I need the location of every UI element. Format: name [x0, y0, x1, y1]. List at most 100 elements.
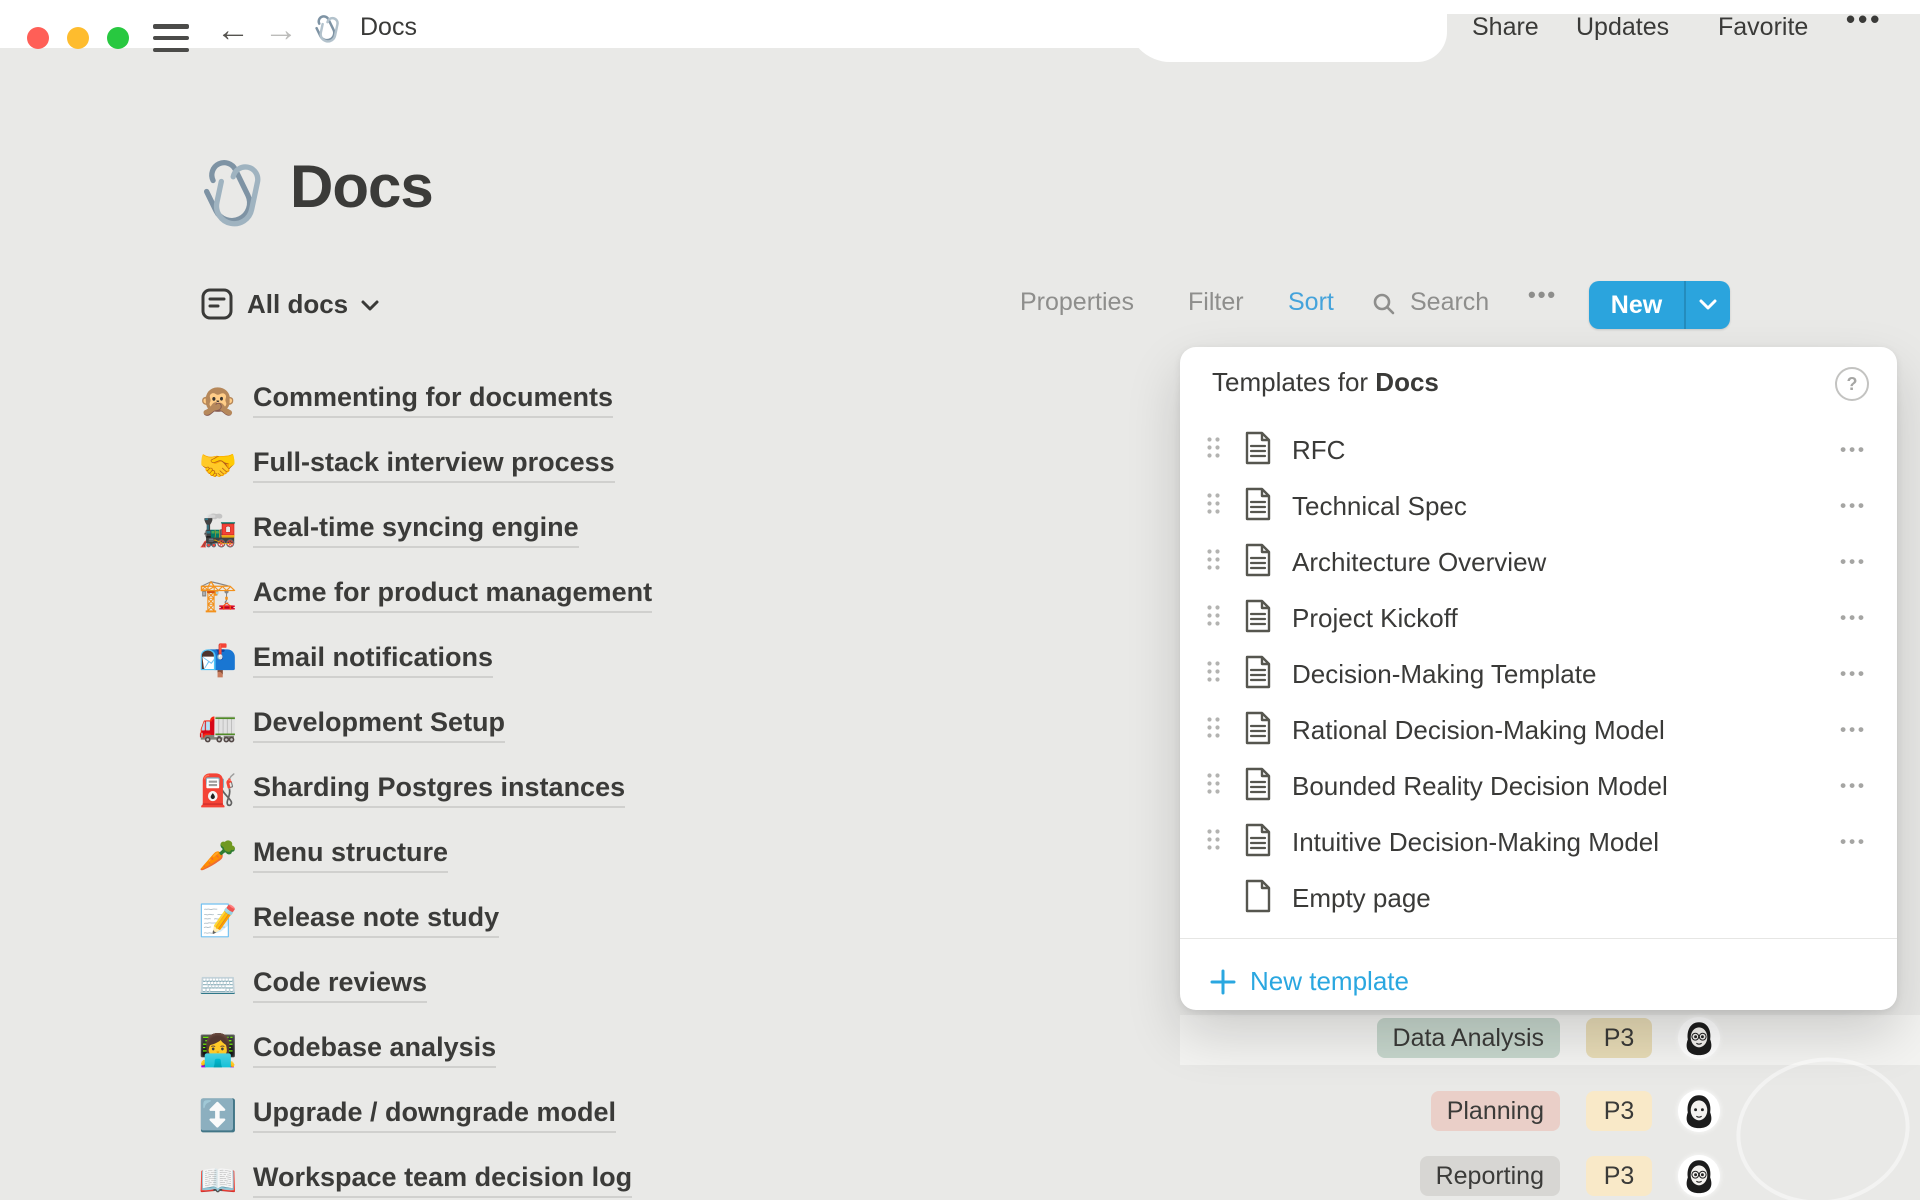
doc-list-item[interactable]: 🚂 Real-time syncing engine	[196, 508, 579, 552]
priority-chip[interactable]: P3	[1586, 1156, 1652, 1196]
drag-handle-icon[interactable]	[1206, 436, 1222, 464]
doc-title: Sharding Postgres instances	[253, 772, 625, 808]
doc-meta-row: Data Analysis P3	[0, 1018, 1920, 1062]
doc-emoji-icon: 🤝	[196, 447, 240, 484]
titlebar-more-button[interactable]: •••	[1846, 4, 1882, 35]
filter-button[interactable]: Filter	[1188, 288, 1244, 317]
drag-handle-icon[interactable]	[1206, 828, 1222, 856]
popover-title: Templates for Docs	[1212, 367, 1439, 398]
template-more-button[interactable]: •••	[1840, 720, 1867, 740]
doc-list-item[interactable]: 🤝 Full-stack interview process	[196, 443, 615, 487]
popover-title-subject: Docs	[1375, 367, 1439, 397]
page-title: Docs	[290, 152, 433, 221]
avatar[interactable]	[1678, 1090, 1720, 1132]
template-more-button[interactable]: •••	[1840, 496, 1867, 516]
doc-list-item[interactable]: 🚛 Development Setup	[196, 703, 505, 747]
doc-list-item[interactable]: 📝 Release note study	[196, 898, 499, 942]
search-button[interactable]: Search	[1410, 288, 1489, 317]
avatar[interactable]	[1678, 1155, 1720, 1197]
template-row[interactable]: Bounded Reality Decision Model •••	[1180, 758, 1897, 814]
doc-meta-row: Planning P3	[0, 1091, 1920, 1135]
document-icon	[1244, 767, 1274, 806]
category-chip[interactable]: Planning	[1431, 1091, 1560, 1131]
chevron-down-icon	[1699, 299, 1717, 311]
drag-handle-icon[interactable]	[1206, 492, 1222, 520]
linked-paperclips-icon	[312, 12, 342, 49]
doc-emoji-icon: 📬	[196, 642, 240, 679]
avatar[interactable]	[1678, 1017, 1720, 1059]
window-close-button[interactable]	[27, 27, 49, 49]
category-chip[interactable]: Reporting	[1420, 1156, 1560, 1196]
favorite-button[interactable]: Favorite	[1718, 9, 1808, 45]
template-more-button[interactable]: •••	[1840, 608, 1867, 628]
drag-handle-icon[interactable]	[1206, 548, 1222, 576]
doc-title: Full-stack interview process	[253, 447, 615, 483]
doc-emoji-icon: ⌨️	[196, 967, 240, 1004]
plus-icon	[1210, 969, 1236, 995]
template-row[interactable]: Empty page •••	[1180, 870, 1897, 926]
document-icon	[1244, 711, 1274, 750]
view-selector[interactable]: All docs	[200, 284, 380, 324]
category-chip[interactable]: Data Analysis	[1377, 1018, 1560, 1058]
template-row[interactable]: RFC •••	[1180, 422, 1897, 478]
new-button[interactable]: New	[1589, 281, 1730, 329]
template-label: Bounded Reality Decision Model	[1292, 771, 1668, 802]
template-label: Architecture Overview	[1292, 547, 1546, 578]
template-more-button[interactable]: •••	[1840, 832, 1867, 852]
priority-chip[interactable]: P3	[1586, 1091, 1652, 1131]
template-row[interactable]: Decision-Making Template •••	[1180, 646, 1897, 702]
document-icon	[1244, 655, 1274, 694]
new-template-label: New template	[1250, 966, 1409, 997]
new-button-caret[interactable]	[1686, 299, 1730, 311]
template-label: Decision-Making Template	[1292, 659, 1596, 690]
doc-list-item[interactable]: 🏗️ Acme for product management	[196, 573, 652, 617]
template-row[interactable]: Project Kickoff •••	[1180, 590, 1897, 646]
properties-button[interactable]: Properties	[1020, 288, 1134, 317]
drag-handle-icon[interactable]	[1206, 716, 1222, 744]
doc-list-item[interactable]: ⌨️ Code reviews	[196, 963, 427, 1007]
doc-list-item[interactable]: 🙊 Commenting for documents	[196, 378, 613, 422]
window-title: Docs	[360, 9, 417, 45]
page-icon-linked-paperclips[interactable]	[196, 152, 268, 235]
help-icon[interactable]: ?	[1835, 367, 1869, 401]
document-icon	[1244, 543, 1274, 582]
template-more-button[interactable]: •••	[1840, 440, 1867, 460]
template-label: RFC	[1292, 435, 1345, 466]
forward-button[interactable]: →	[264, 8, 298, 52]
template-label: Rational Decision-Making Model	[1292, 715, 1665, 746]
chevron-down-icon	[360, 299, 380, 313]
templates-popover: Templates for Docs ? New template	[1180, 347, 1897, 1010]
doc-emoji-icon: 🚛	[196, 707, 240, 744]
toolbar-more-button[interactable]: •••	[1528, 282, 1557, 308]
template-row[interactable]: Intuitive Decision-Making Model •••	[1180, 814, 1897, 870]
doc-list-item[interactable]: ⛽ Sharding Postgres instances	[196, 768, 625, 812]
doc-list-item[interactable]: 📬 Email notifications	[196, 638, 493, 682]
template-row[interactable]: Technical Spec •••	[1180, 478, 1897, 534]
template-label: Intuitive Decision-Making Model	[1292, 827, 1659, 858]
search-icon	[1372, 292, 1396, 321]
doc-list-icon	[200, 287, 234, 321]
template-row[interactable]: Rational Decision-Making Model •••	[1180, 702, 1897, 758]
template-more-button[interactable]: •••	[1840, 776, 1867, 796]
share-button[interactable]: Share	[1472, 9, 1539, 45]
drag-handle-icon[interactable]	[1206, 772, 1222, 800]
template-label: Project Kickoff	[1292, 603, 1458, 634]
doc-list-item[interactable]: 🥕 Menu structure	[196, 833, 448, 877]
popover-divider	[1180, 938, 1897, 939]
document-icon	[1244, 823, 1274, 862]
priority-chip[interactable]: P3	[1586, 1018, 1652, 1058]
new-template-button[interactable]: New template	[1180, 953, 1897, 1010]
back-button[interactable]: ←	[216, 8, 250, 52]
sidebar-toggle-icon[interactable]	[153, 24, 189, 52]
doc-title: Development Setup	[253, 707, 505, 743]
template-row[interactable]: Architecture Overview •••	[1180, 534, 1897, 590]
window-minimize-button[interactable]	[67, 27, 89, 49]
template-more-button[interactable]: •••	[1840, 664, 1867, 684]
drag-handle-icon[interactable]	[1206, 660, 1222, 688]
titlebar-bubble	[1128, 0, 1447, 62]
window-zoom-button[interactable]	[107, 27, 129, 49]
updates-button[interactable]: Updates	[1576, 9, 1669, 45]
template-more-button[interactable]: •••	[1840, 552, 1867, 572]
drag-handle-icon[interactable]	[1206, 604, 1222, 632]
sort-button[interactable]: Sort	[1288, 288, 1334, 317]
